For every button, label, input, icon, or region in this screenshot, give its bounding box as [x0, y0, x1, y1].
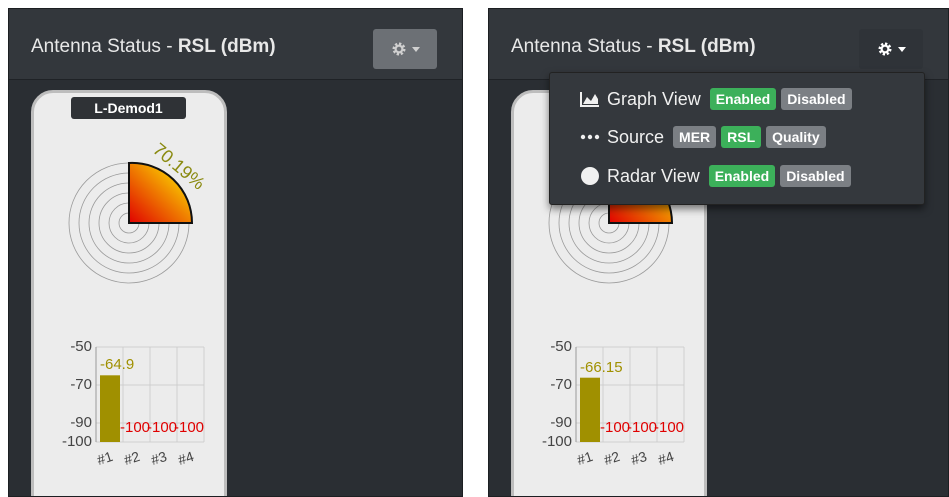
bar-value-label: -100 — [654, 419, 685, 436]
y-tick-label: -100 — [61, 433, 92, 450]
circle-icon — [580, 166, 600, 186]
menu-row-graph-view: Graph View Enabled Disabled — [580, 88, 852, 110]
graph-view-enabled-button[interactable]: Enabled — [709, 88, 777, 110]
chevron-down-icon — [411, 46, 420, 52]
source-mer-button[interactable]: MER — [673, 126, 717, 148]
graph-view-label: Graph View — [607, 88, 701, 109]
panel-header: Antenna Status - RSL (dBm) — [9, 9, 462, 80]
y-tick-label: -90 — [550, 414, 572, 431]
bar-value-label: -64.9 — [100, 356, 135, 374]
source-quality-button[interactable]: Quality — [766, 126, 826, 148]
y-tick-label: -90 — [70, 414, 92, 431]
antenna-status-panel-left: Antenna Status - RSL (dBm) L-Demod1 70.1… — [8, 8, 463, 497]
radar-view-disabled-button[interactable]: Disabled — [780, 165, 851, 187]
source-label: Source — [607, 126, 665, 147]
menu-row-source: Source MER RSL Quality — [580, 126, 826, 148]
panel-title: Antenna Status - RSL (dBm) — [511, 36, 756, 57]
bar-1 — [580, 377, 600, 442]
source-rsl-button[interactable]: RSL — [721, 126, 762, 148]
bar-value-label: -100 — [627, 419, 658, 436]
y-tick-label: -100 — [541, 433, 572, 450]
y-tick-label: -50 — [70, 338, 92, 355]
antenna-status-panel-right: Antenna Status - RSL (dBm) -50 -70 -90 -100… — [488, 8, 949, 497]
bar-value-label: -66.15 — [580, 358, 623, 376]
chevron-down-icon — [897, 46, 906, 52]
menu-row-radar-view: Radar View Enabled Disabled — [580, 165, 851, 187]
ellipsis-icon — [580, 134, 600, 140]
area-chart-icon — [580, 91, 600, 107]
bar-value-label: -100 — [600, 419, 631, 436]
settings-dropdown-button[interactable] — [373, 29, 437, 69]
bar-value-label: -100 — [120, 419, 151, 436]
bar-value-label: -100 — [174, 419, 205, 436]
settings-dropdown-button[interactable] — [859, 29, 923, 69]
bar-value-label: -100 — [147, 419, 178, 436]
y-tick-label: -70 — [70, 376, 92, 393]
radar-view-enabled-button[interactable]: Enabled — [708, 165, 776, 187]
y-tick-label: -50 — [550, 338, 572, 355]
settings-menu: Graph View Enabled Disabled Source MER R… — [549, 72, 925, 205]
antenna-card: L-Demod1 70.19% -50 -70 -90 -100 -64.9 -100 -1… — [31, 90, 227, 496]
gear-icon — [392, 42, 405, 56]
y-tick-label: -70 — [550, 376, 572, 393]
panel-title: Antenna Status - RSL (dBm) — [31, 36, 276, 57]
radar-view-label: Radar View — [607, 165, 700, 186]
bar-1 — [100, 375, 120, 442]
gear-icon — [878, 42, 891, 56]
panel-header: Antenna Status - RSL (dBm) — [489, 9, 948, 80]
graph-view-disabled-button[interactable]: Disabled — [781, 88, 852, 110]
